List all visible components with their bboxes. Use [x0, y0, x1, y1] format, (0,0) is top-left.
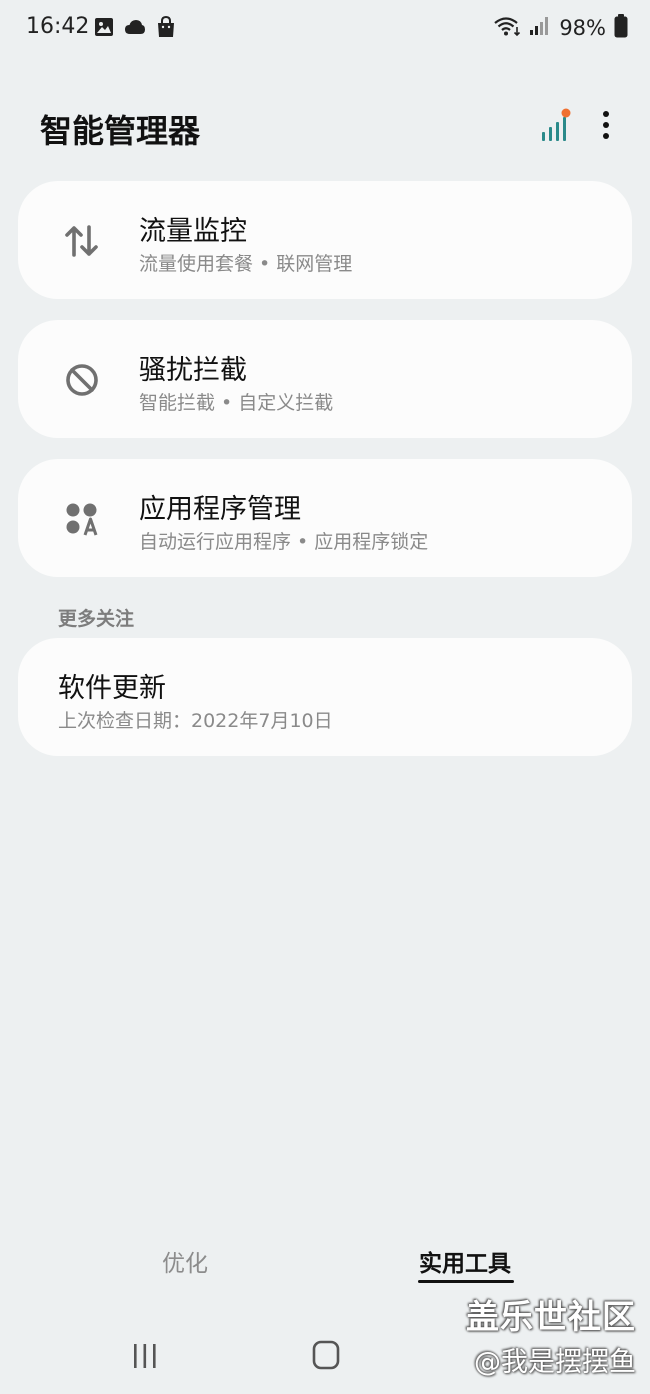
card-subtitle: 上次检查日期：2022年7月10日 — [58, 710, 333, 732]
tab-tools[interactable]: 实用工具 — [390, 1244, 540, 1278]
data-usage-icon[interactable] — [540, 108, 572, 146]
card-software-update[interactable]: 软件更新 上次检查日期：2022年7月10日 — [18, 638, 632, 756]
card-call-blocking[interactable]: 骚扰拦截 智能拦截 • 自定义拦截 — [18, 320, 632, 438]
cloud-icon — [124, 19, 146, 39]
card-app-management[interactable]: 应用程序管理 自动运行应用程序 • 应用程序锁定 — [18, 459, 632, 577]
home-icon[interactable] — [312, 1340, 340, 1374]
page-title: 智能管理器 — [40, 112, 201, 150]
bottom-tabs: 优化 实用工具 — [0, 1236, 650, 1296]
data-transfer-icon — [62, 221, 102, 261]
apps-icon — [62, 499, 102, 539]
status-time: 16:42 — [26, 14, 90, 39]
card-title: 软件更新 — [58, 673, 166, 704]
card-subtitle: 智能拦截 • 自定义拦截 — [139, 392, 334, 414]
header-actions — [540, 108, 610, 146]
block-icon — [62, 360, 102, 400]
screen: 16:42 98% 智能管理器 流量监控 流量使用套餐 • 联网管理 骚扰拦截 … — [0, 0, 650, 1394]
battery-icon — [614, 14, 628, 42]
tab-optimize[interactable]: 优化 — [110, 1244, 260, 1278]
card-subtitle: 自动运行应用程序 • 应用程序锁定 — [139, 531, 429, 553]
card-data-monitor[interactable]: 流量监控 流量使用套餐 • 联网管理 — [18, 181, 632, 299]
status-icons-left — [94, 15, 176, 42]
header: 智能管理器 — [0, 96, 650, 160]
status-bar: 16:42 98% — [0, 0, 650, 56]
tab-indicator — [418, 1280, 514, 1283]
card-subtitle: 流量使用套餐 • 联网管理 — [139, 253, 353, 275]
image-icon — [94, 17, 114, 41]
shopping-bag-icon — [156, 15, 176, 42]
nav-bar — [0, 1320, 650, 1394]
more-options-icon[interactable] — [602, 110, 610, 144]
recent-apps-icon[interactable] — [132, 1342, 158, 1374]
signal-icon — [529, 16, 551, 40]
card-title: 骚扰拦截 — [139, 355, 247, 386]
wifi-icon — [493, 15, 521, 41]
battery-percentage: 98% — [559, 16, 606, 40]
section-label: 更多关注 — [58, 608, 135, 630]
card-title: 应用程序管理 — [139, 494, 301, 525]
status-icons-right: 98% — [493, 14, 628, 42]
card-title: 流量监控 — [139, 216, 247, 247]
